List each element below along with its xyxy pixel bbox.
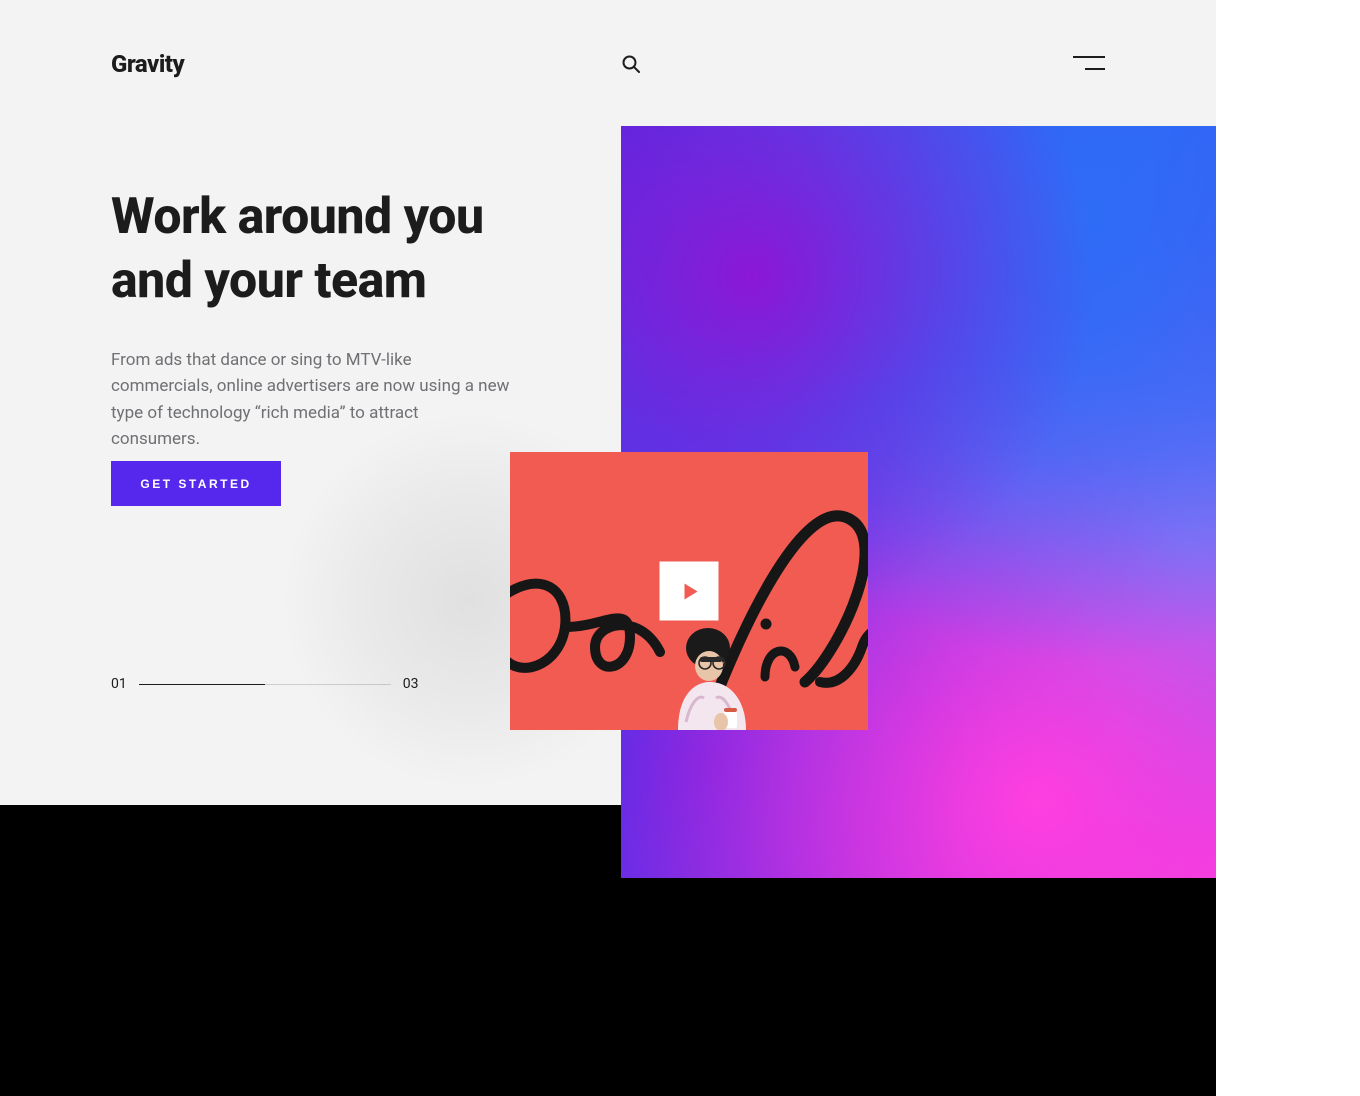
hero-headline: Work around you and your team xyxy=(111,186,551,313)
hero-subtext: From ads that dance or sing to MTV-like … xyxy=(111,347,511,452)
pager-current: 01 xyxy=(111,676,127,692)
get-started-button[interactable]: GET STARTED xyxy=(111,461,281,506)
brand-logo[interactable]: Gravity xyxy=(111,50,184,78)
menu-button[interactable] xyxy=(1073,56,1105,70)
menu-icon xyxy=(1085,68,1105,70)
play-icon xyxy=(684,583,697,599)
hero-copy: Work around you and your team From ads t… xyxy=(111,186,551,452)
search-button[interactable] xyxy=(621,54,641,74)
hero-pager: 01 03 xyxy=(111,676,419,692)
video-thumbnail[interactable] xyxy=(510,452,868,730)
site-header: Gravity xyxy=(0,0,1216,126)
person-illustration xyxy=(668,622,762,730)
play-button[interactable] xyxy=(660,562,719,621)
pager-total: 03 xyxy=(403,676,419,692)
menu-icon xyxy=(1073,56,1105,58)
pager-progress[interactable] xyxy=(139,684,391,685)
search-icon xyxy=(621,54,641,74)
